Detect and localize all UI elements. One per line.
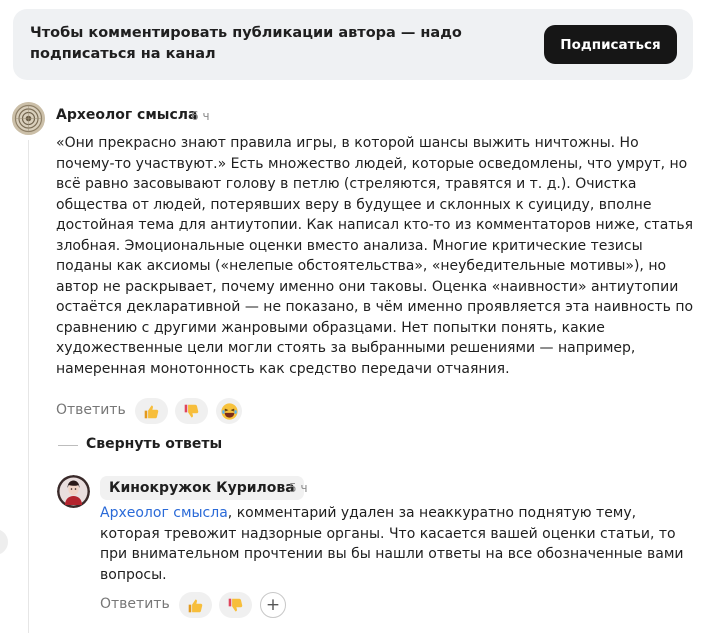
comment-time: 6 ч — [191, 109, 210, 123]
laugh-reaction-button[interactable] — [216, 398, 242, 424]
reply-author[interactable]: Кинокружок Курилова — [100, 476, 304, 500]
collapse-divider — [58, 445, 78, 446]
thumbs-up-icon — [144, 405, 159, 418]
like-button[interactable] — [135, 398, 168, 424]
reply-dislike-button[interactable] — [219, 592, 252, 618]
add-reaction-button[interactable]: + — [260, 592, 286, 618]
mention-link[interactable]: Археолог смысла — [100, 505, 228, 521]
reply-time: 5 ч — [289, 481, 308, 495]
spiral-shell-avatar — [12, 102, 45, 135]
portrait-avatar — [57, 475, 90, 508]
thumbs-down-icon — [228, 598, 243, 611]
thread-line — [28, 140, 29, 633]
reply-reply-button[interactable]: Ответить — [100, 596, 170, 612]
author-avatar[interactable] — [12, 102, 45, 135]
subscribe-button[interactable]: Подписаться — [544, 25, 677, 64]
banner-message: Чтобы комментировать публикации автора —… — [30, 25, 462, 62]
reply-author-avatar[interactable] — [57, 475, 90, 508]
dislike-button[interactable] — [175, 398, 208, 424]
reply-like-button[interactable] — [179, 592, 212, 618]
laughing-face-icon — [220, 402, 238, 420]
subscribe-banner: Чтобы комментировать публикации автора —… — [13, 9, 693, 80]
comment-body: «Они прекрасно знают правила игры, в кот… — [56, 135, 694, 377]
thumbs-up-icon — [188, 599, 203, 612]
plus-icon: + — [265, 594, 281, 615]
thumbs-down-icon — [184, 404, 199, 417]
reply-button[interactable]: Ответить — [56, 402, 126, 418]
comment-author[interactable]: Археолог смысла — [56, 107, 197, 123]
reply-body: Археолог смысла, комментарий удален за н… — [100, 503, 700, 585]
scroll-nav-button[interactable] — [0, 529, 8, 555]
collapse-replies-button[interactable]: Свернуть ответы — [86, 436, 222, 452]
